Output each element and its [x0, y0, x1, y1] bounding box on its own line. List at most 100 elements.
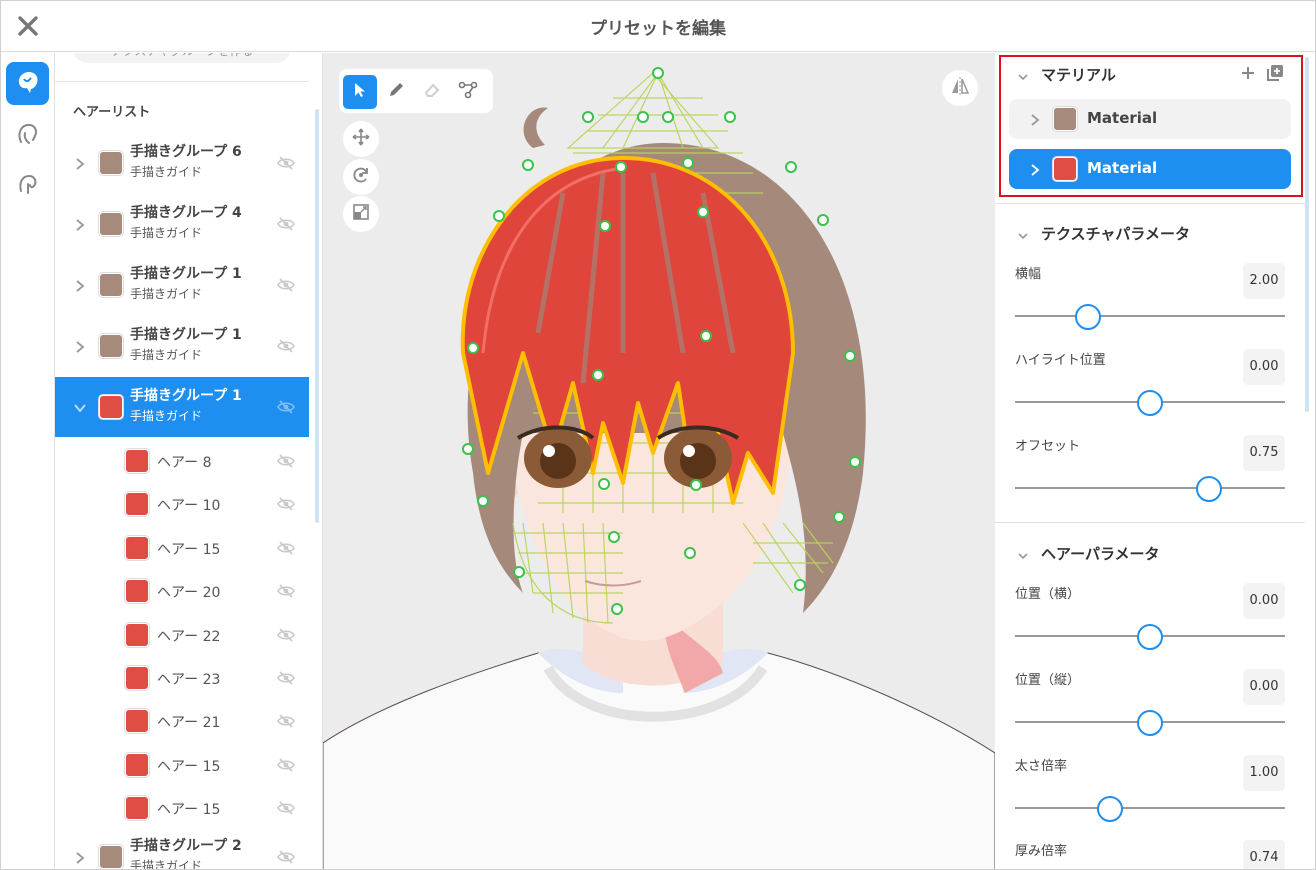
hair-item[interactable]: ヘアー 20 [55, 569, 309, 612]
hair-color-swatch[interactable] [125, 492, 149, 517]
eye-off-icon[interactable] [277, 849, 295, 865]
hair-color-swatch[interactable] [125, 622, 149, 647]
hair-color-swatch[interactable] [125, 449, 149, 473]
eye-off-icon[interactable] [277, 627, 295, 643]
hair-color-swatch[interactable] [125, 535, 149, 560]
slider-thumb[interactable] [1096, 796, 1123, 822]
head-mode-button[interactable] [6, 114, 49, 157]
hair-item[interactable]: ヘアー 8 [55, 439, 309, 482]
chevron-right-icon[interactable] [73, 156, 87, 170]
properties-scrollbar[interactable] [1305, 57, 1309, 412]
slider-thumb[interactable] [1074, 304, 1101, 330]
slider-thumb[interactable] [1196, 476, 1223, 502]
hair-list-scrollbar[interactable] [315, 109, 319, 523]
group-color-swatch[interactable] [99, 395, 123, 419]
eye-off-icon[interactable] [277, 216, 295, 232]
eye-off-icon[interactable] [277, 583, 295, 599]
hair-item[interactable]: ヘアー 10 [55, 482, 309, 525]
group-subtitle: 手描きガイド [130, 348, 203, 362]
guide-mode-button[interactable] [6, 164, 49, 207]
chevron-down-icon[interactable] [73, 400, 87, 414]
chevron-down-icon[interactable] [1017, 68, 1029, 81]
material-color-swatch[interactable] [1053, 107, 1077, 131]
eye-off-icon[interactable] [277, 496, 295, 512]
rotate-view-button[interactable] [343, 159, 379, 195]
highlight-position-slider[interactable] [1015, 387, 1285, 417]
select-tool-button[interactable] [343, 75, 377, 109]
group-color-swatch[interactable] [99, 212, 123, 236]
group-row[interactable]: 手描きグループ 4 手描きガイド [55, 194, 309, 254]
group-color-swatch[interactable] [99, 334, 123, 358]
mirror-button[interactable] [942, 70, 978, 106]
character-preview[interactable] [323, 53, 995, 870]
eye-off-icon[interactable] [277, 540, 295, 556]
eye-off-icon[interactable] [277, 338, 295, 354]
chevron-right-icon[interactable] [1029, 112, 1041, 126]
move-view-button[interactable] [343, 121, 379, 157]
slider-thumb[interactable] [1137, 624, 1163, 650]
group-row[interactable]: 手描きグループ 2 手描きガイド [55, 827, 309, 869]
param-value-field[interactable]: 0.00 [1243, 669, 1285, 705]
pen-tool-button[interactable] [379, 75, 413, 109]
hair-item[interactable]: ヘアー 15 [55, 743, 309, 786]
slider-thumb[interactable] [1137, 390, 1163, 416]
width-slider[interactable] [1015, 301, 1285, 331]
material-color-swatch[interactable] [1053, 157, 1077, 181]
group-row[interactable]: 手描きグループ 1 手描きガイド [55, 255, 309, 315]
hair-name: ヘアー 22 [157, 628, 221, 645]
param-value-field[interactable]: 0.00 [1243, 349, 1285, 385]
group-row[interactable]: 手描きグループ 6 手描きガイド [55, 133, 309, 193]
chevron-down-icon[interactable] [1017, 547, 1029, 560]
chevron-right-icon[interactable] [73, 339, 87, 353]
eye-off-icon[interactable] [277, 277, 295, 293]
position-y-slider[interactable] [1015, 707, 1285, 737]
eraser-tool-button[interactable] [415, 75, 449, 109]
hair-color-swatch[interactable] [125, 709, 149, 734]
chevron-down-icon[interactable] [1017, 227, 1029, 240]
param-value-field[interactable]: 0.74 [1243, 840, 1285, 869]
hair-color-swatch[interactable] [125, 752, 149, 777]
add-icon[interactable] [1240, 65, 1256, 81]
slider-thumb[interactable] [1137, 710, 1163, 736]
position-x-slider[interactable] [1015, 621, 1285, 651]
hair-color-swatch[interactable] [125, 796, 149, 821]
chevron-right-icon[interactable] [73, 278, 87, 292]
group-color-swatch[interactable] [99, 273, 123, 297]
hair-color-swatch[interactable] [125, 579, 149, 604]
eye-off-icon[interactable] [277, 399, 295, 415]
group-row[interactable]: 手描きグループ 1 手描きガイド [55, 316, 309, 376]
hair-item[interactable]: ヘアー 21 [55, 699, 309, 742]
eye-off-icon[interactable] [277, 155, 295, 171]
group-color-swatch[interactable] [99, 151, 123, 175]
group-color-swatch[interactable] [99, 845, 123, 869]
param-value-field[interactable]: 1.00 [1243, 755, 1285, 791]
chevron-right-icon[interactable] [73, 217, 87, 231]
thickness-scale-slider[interactable] [1015, 793, 1285, 823]
zoom-view-button[interactable] [343, 196, 379, 232]
head-icon [15, 121, 41, 151]
hair-item[interactable]: ヘアー 22 [55, 613, 309, 656]
eye-off-icon[interactable] [277, 670, 295, 686]
3d-viewport[interactable] [323, 53, 995, 870]
chevron-right-icon[interactable] [1029, 162, 1041, 176]
material-item[interactable]: Material [1009, 99, 1291, 139]
offset-slider[interactable] [1015, 473, 1285, 503]
duplicate-icon[interactable] [1266, 64, 1284, 82]
eye-off-icon[interactable] [277, 713, 295, 729]
param-value-field[interactable]: 0.75 [1243, 435, 1285, 471]
hair-item[interactable]: ヘアー 23 [55, 656, 309, 699]
hair-color-swatch[interactable] [125, 666, 149, 690]
hair-item[interactable]: ヘアー 15 [55, 786, 309, 829]
group-row-selected[interactable]: 手描きグループ 1 手描きガイド [55, 377, 309, 437]
path-tool-button[interactable] [451, 75, 485, 109]
hair-item[interactable]: ヘアー 15 [55, 526, 309, 569]
param-value-field[interactable]: 0.00 [1243, 583, 1285, 619]
eye-off-icon[interactable] [277, 800, 295, 816]
eye-off-icon[interactable] [277, 757, 295, 773]
chevron-right-icon[interactable] [73, 850, 87, 864]
param-value-field[interactable]: 2.00 [1243, 263, 1285, 299]
create-texture-group-button[interactable]: テクスチャグループを作る [73, 53, 291, 63]
hair-mode-button[interactable] [6, 62, 49, 105]
material-item-selected[interactable]: Material [1009, 149, 1291, 189]
eye-off-icon[interactable] [277, 453, 295, 469]
